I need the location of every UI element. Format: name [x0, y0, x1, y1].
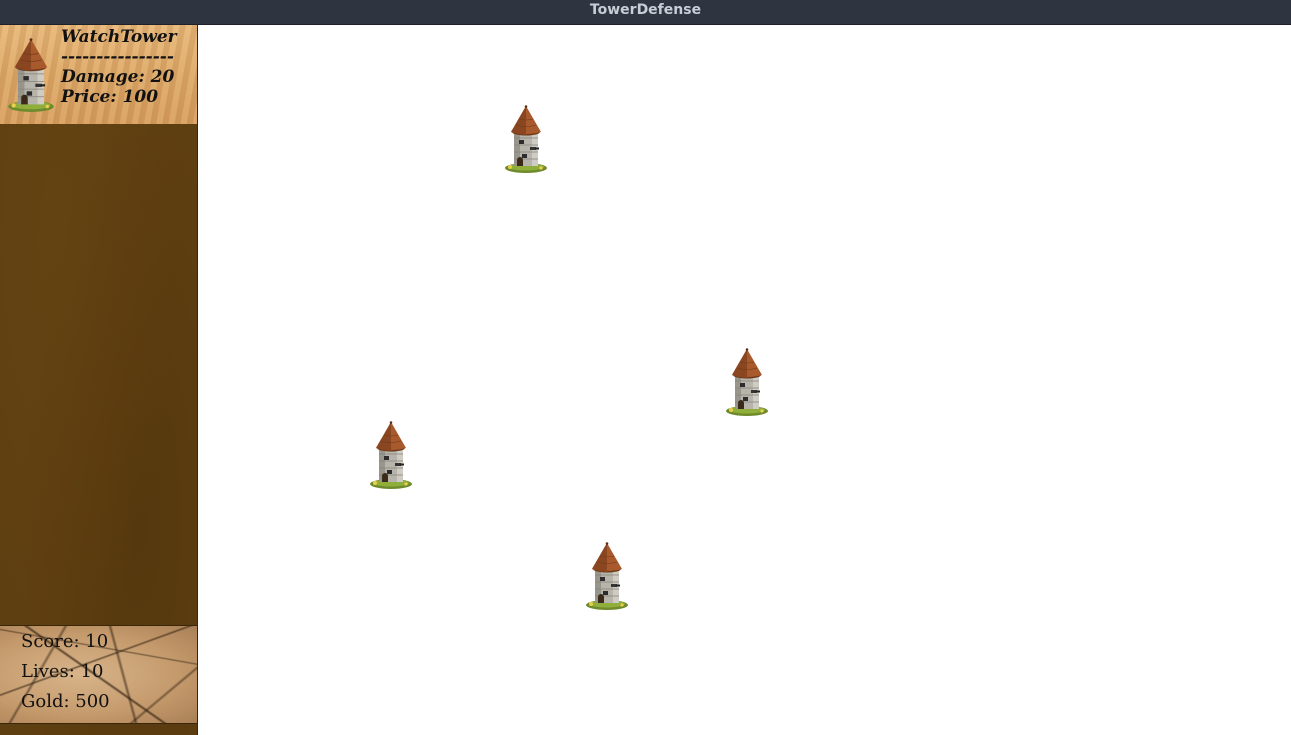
- game-field[interactable]: [198, 25, 1291, 735]
- gold-label: Gold: 500: [21, 691, 110, 712]
- placed-tower[interactable]: [584, 542, 630, 610]
- shop-item-watchtower[interactable]: WatchTower ---------------- Damage: 20 P…: [0, 25, 197, 124]
- tower-damage: Damage: 20: [61, 67, 175, 87]
- placed-tower[interactable]: [503, 105, 549, 173]
- placed-tower[interactable]: [724, 348, 770, 416]
- separator-line: ----------------: [61, 47, 174, 67]
- shop-item-info: WatchTower ---------------- Damage: 20 P…: [61, 27, 177, 107]
- tower-name: WatchTower: [61, 27, 177, 47]
- window-title-bar: TowerDefense: [0, 0, 1291, 25]
- sidebar: WatchTower ---------------- Damage: 20 P…: [0, 25, 198, 735]
- watch-tower-icon: [6, 28, 56, 122]
- tower-price: Price: 100: [61, 87, 159, 107]
- window-title: TowerDefense: [589, 2, 702, 18]
- score-label: Score: 10: [21, 631, 109, 652]
- placed-tower[interactable]: [368, 421, 414, 489]
- lives-label: Lives: 10: [21, 661, 104, 682]
- stats-panel: Score: 10 Lives: 10 Gold: 500: [0, 625, 197, 724]
